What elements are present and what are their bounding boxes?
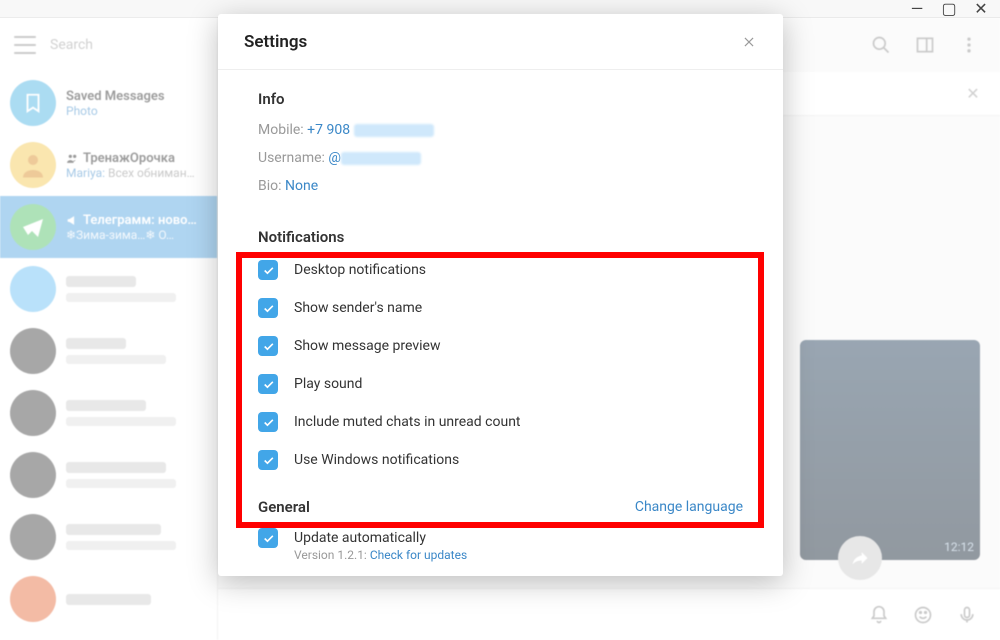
checkbox-label: Play sound xyxy=(294,376,362,392)
settings-section-notifications: Notifications Desktop notifications Show… xyxy=(218,214,783,488)
checkbox-label: Include muted chats in unread count xyxy=(294,414,521,430)
mobile-link[interactable]: +7 908 xyxy=(307,122,350,138)
modal-title: Settings xyxy=(244,32,307,52)
redacted-text xyxy=(341,152,421,165)
checkbox-label: Desktop notifications xyxy=(294,262,426,278)
settings-section-info: Info Mobile: +7 908 Username: @ Bio: Non… xyxy=(218,70,783,214)
checkbox-label: Show message preview xyxy=(294,338,440,354)
checkbox-windows-notifications[interactable]: Use Windows notifications xyxy=(258,450,743,470)
checkbox-icon xyxy=(258,336,278,356)
info-username: Username: @ xyxy=(258,150,743,166)
checkbox-play-sound[interactable]: Play sound xyxy=(258,374,743,394)
settings-modal: Settings Info Mobile: +7 908 Username: @… xyxy=(218,14,783,576)
section-heading: Info xyxy=(258,90,743,108)
checkbox-label: Update automatically xyxy=(294,530,426,546)
checkbox-show-message-preview[interactable]: Show message preview xyxy=(258,336,743,356)
change-language-link[interactable]: Change language xyxy=(635,499,743,515)
section-heading: General xyxy=(258,498,310,516)
bio-link[interactable]: None xyxy=(285,178,318,194)
checkbox-icon xyxy=(258,260,278,280)
checkbox-icon xyxy=(258,374,278,394)
checkbox-icon xyxy=(258,528,278,548)
checkbox-icon xyxy=(258,298,278,318)
info-mobile: Mobile: +7 908 xyxy=(258,122,743,138)
version-text: Version 1.2.1: Check for updates xyxy=(294,548,743,562)
checkbox-label: Show sender's name xyxy=(294,300,422,316)
close-icon[interactable] xyxy=(741,34,757,50)
checkbox-icon xyxy=(258,450,278,470)
checkbox-desktop-notifications[interactable]: Desktop notifications xyxy=(258,260,743,280)
check-updates-link[interactable]: Check for updates xyxy=(370,548,467,562)
info-bio: Bio: None xyxy=(258,178,743,194)
window-minimize-button[interactable]: — xyxy=(910,2,924,16)
checkbox-include-muted[interactable]: Include muted chats in unread count xyxy=(258,412,743,432)
window-maximize-button[interactable]: ▢ xyxy=(942,2,956,16)
checkbox-update-automatically[interactable]: Update automatically xyxy=(258,528,743,548)
section-heading: Notifications xyxy=(258,228,743,246)
username-link[interactable]: @ xyxy=(328,150,341,166)
redacted-text xyxy=(354,124,434,137)
checkbox-icon xyxy=(258,412,278,432)
checkbox-show-sender-name[interactable]: Show sender's name xyxy=(258,298,743,318)
checkbox-label: Use Windows notifications xyxy=(294,452,459,468)
settings-section-general: General Change language Update automatic… xyxy=(218,488,783,570)
window-close-button[interactable]: ✕ xyxy=(974,2,988,16)
